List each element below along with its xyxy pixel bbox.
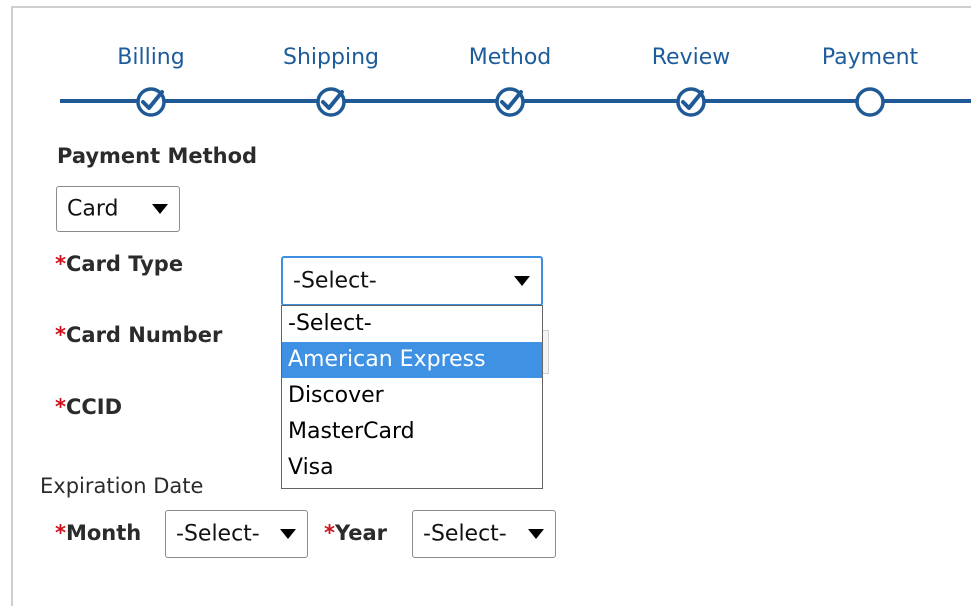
step-shipping[interactable]: Shipping xyxy=(251,44,411,117)
check-circle-icon xyxy=(135,86,167,118)
required-mark: * xyxy=(55,252,66,276)
month-value: -Select- xyxy=(176,521,260,547)
card-type-label: *Card Type xyxy=(55,252,183,276)
required-mark: * xyxy=(324,521,335,545)
check-circle-icon xyxy=(494,86,526,118)
option-american-express[interactable]: American Express xyxy=(282,342,542,378)
card-type-options-list[interactable]: -Select- American Express Discover Maste… xyxy=(281,305,543,489)
step-label: Shipping xyxy=(283,45,379,70)
year-text: Year xyxy=(334,521,388,545)
card-type-value: -Select- xyxy=(293,268,377,294)
month-text: Month xyxy=(65,521,142,545)
year-value: -Select- xyxy=(423,521,507,547)
expiration-date-label: Expiration Date xyxy=(40,474,204,498)
step-label: Billing xyxy=(117,45,185,70)
dropdown-arrow-icon xyxy=(152,204,168,214)
step-label: Payment xyxy=(821,45,919,70)
step-label: Method xyxy=(468,45,552,70)
check-circle-icon xyxy=(315,86,347,118)
required-mark: * xyxy=(55,521,66,545)
ccid-text: CCID xyxy=(65,395,123,419)
payment-method-label: Payment Method xyxy=(57,144,258,168)
check-circle-icon xyxy=(675,86,707,118)
month-select[interactable]: -Select- xyxy=(165,510,308,558)
card-type-text: Card Type xyxy=(65,252,184,276)
option-visa[interactable]: Visa xyxy=(282,450,542,486)
year-label: *Year xyxy=(324,521,387,545)
step-payment[interactable]: Payment xyxy=(790,44,950,117)
step-label: Review xyxy=(651,45,731,70)
card-type-select[interactable]: -Select- xyxy=(281,256,543,306)
step-method[interactable]: Method xyxy=(430,44,590,117)
card-number-text: Card Number xyxy=(65,323,223,347)
month-label: *Month xyxy=(55,521,141,545)
required-mark: * xyxy=(55,323,66,347)
option-mastercard[interactable]: MasterCard xyxy=(282,414,542,450)
dropdown-arrow-icon xyxy=(514,276,530,286)
payment-method-select[interactable]: Card xyxy=(56,186,180,232)
step-review[interactable]: Review xyxy=(611,44,771,117)
option-discover[interactable]: Discover xyxy=(282,378,542,414)
dropdown-arrow-icon xyxy=(280,529,296,539)
empty-circle-icon xyxy=(854,86,886,118)
option-select[interactable]: -Select- xyxy=(282,306,542,342)
payment-method-value: Card xyxy=(67,196,119,222)
required-mark: * xyxy=(55,395,66,419)
card-number-label: *Card Number xyxy=(55,323,222,347)
ccid-label: *CCID xyxy=(55,395,122,419)
dropdown-arrow-icon xyxy=(528,529,544,539)
step-billing[interactable]: Billing xyxy=(71,44,231,117)
year-select[interactable]: -Select- xyxy=(412,510,556,558)
